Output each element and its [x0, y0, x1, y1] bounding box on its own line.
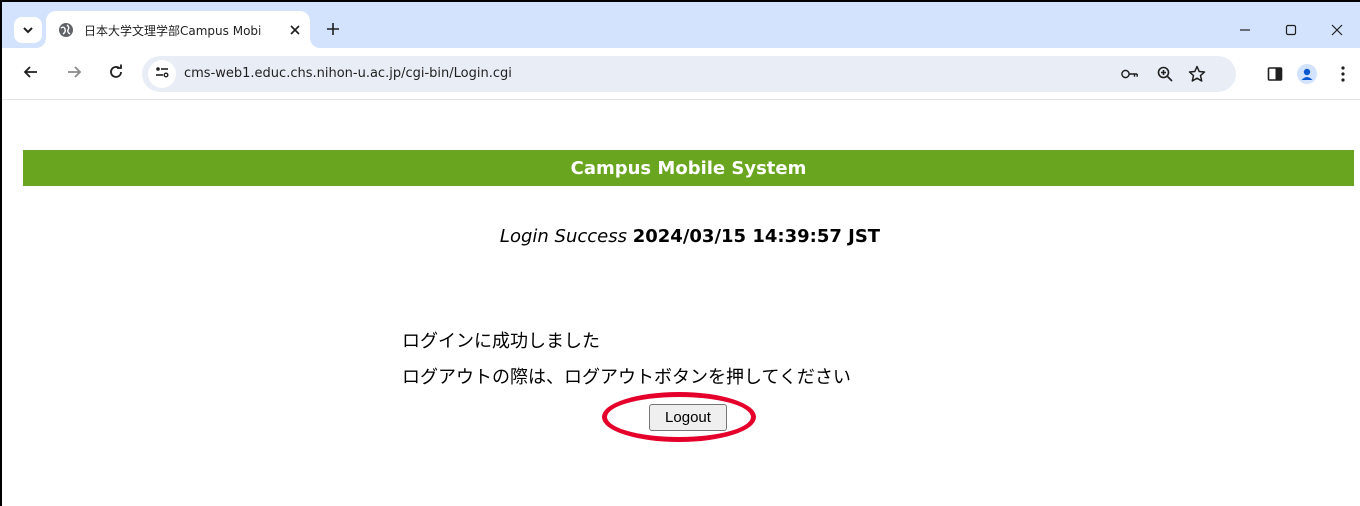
browser-tab-active[interactable]: 日本大学文理学部Campus Mobi [36, 11, 320, 48]
site-info-button[interactable] [148, 60, 176, 88]
site-info-icon [154, 64, 170, 84]
header-banner: Campus Mobile System [23, 150, 1354, 186]
tab-search-icon [22, 21, 34, 40]
login-status-label: Login Success [499, 226, 627, 247]
forward-icon [66, 64, 82, 84]
close-icon[interactable] [286, 21, 304, 39]
window-close-icon [1331, 21, 1343, 40]
login-timestamp: 2024/03/15 14:39:57 JST [632, 226, 881, 247]
success-message: ログインに成功しました [402, 331, 600, 352]
back-button[interactable] [19, 62, 43, 86]
login-status: Login Success 2024/03/15 14:39:57 JST [0, 226, 1360, 247]
tab-title: 日本大学文理学部Campus Mobi [84, 22, 284, 39]
star-icon[interactable] [1188, 65, 1206, 83]
frame-left-border [0, 0, 2, 506]
browser-toolbar: cms-web1.educ.chs.nihon-u.ac.jp/cgi-bin/… [0, 48, 1360, 100]
profile-icon[interactable] [1297, 64, 1317, 84]
new-tab-button[interactable] [320, 17, 346, 43]
logout-button[interactable]: Logout [649, 404, 727, 431]
maximize-icon [1285, 21, 1297, 40]
frame-top-border [0, 0, 1360, 2]
minimize-icon [1239, 21, 1251, 40]
key-icon[interactable] [1121, 65, 1139, 83]
forward-button[interactable] [62, 62, 86, 86]
plus-icon [326, 21, 340, 40]
window-close-button[interactable] [1314, 12, 1360, 48]
reload-button[interactable] [104, 62, 128, 86]
logout-instruction: ログアウトの際は、ログアウトボタンを押してください [402, 367, 851, 388]
zoom-icon[interactable] [1156, 65, 1174, 83]
menu-icon[interactable] [1333, 64, 1353, 84]
minimize-button[interactable] [1222, 12, 1268, 48]
banner-title: Campus Mobile System [570, 157, 807, 179]
globe-icon [58, 22, 74, 38]
back-icon [23, 64, 39, 84]
maximize-button[interactable] [1268, 12, 1314, 48]
url-text[interactable]: cms-web1.educ.chs.nihon-u.ac.jp/cgi-bin/… [184, 66, 512, 81]
side-panel-icon[interactable] [1265, 64, 1285, 84]
address-bar[interactable]: cms-web1.educ.chs.nihon-u.ac.jp/cgi-bin/… [142, 56, 1236, 92]
tab-strip: 日本大学文理学部Campus Mobi [0, 0, 1360, 48]
reload-icon [108, 64, 124, 84]
